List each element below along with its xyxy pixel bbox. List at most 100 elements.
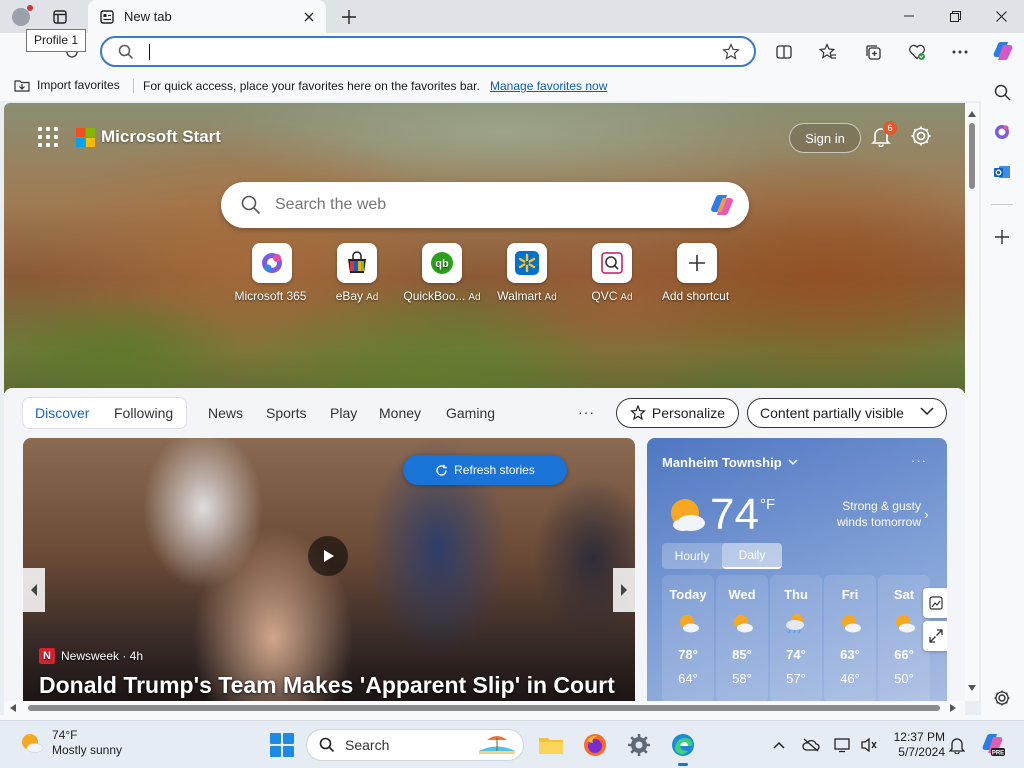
category-sports[interactable]: Sports — [266, 405, 306, 421]
copilot-icon[interactable] — [708, 192, 736, 218]
taskbar-weather-desc: Mostly sunny — [52, 743, 123, 757]
shortcut-quickbooks[interactable]: qb QuickBoo... Ad — [397, 243, 487, 303]
personalize-button[interactable]: Personalize — [616, 398, 739, 428]
page-settings-button[interactable] — [910, 125, 932, 150]
rain-icon — [786, 614, 804, 634]
scroll-down-arrow-icon[interactable] — [968, 685, 976, 691]
tab-following[interactable]: Following — [114, 405, 173, 421]
favorites-message: For quick access, place your favorites h… — [143, 79, 480, 93]
horizontal-scrollbar[interactable] — [4, 701, 965, 715]
collections-button[interactable] — [861, 40, 885, 64]
profile-button[interactable] — [8, 4, 34, 30]
show-hidden-icons-button[interactable] — [769, 735, 789, 755]
shortcut-ebay[interactable]: eBay Ad — [312, 243, 402, 303]
vertical-scroll-thumb[interactable] — [969, 123, 975, 189]
start-button[interactable] — [270, 733, 294, 757]
taskbar-clock[interactable]: 12:37 PM 5/7/2024 — [887, 730, 945, 760]
add-favorite-star-icon[interactable] — [722, 43, 740, 61]
category-news[interactable]: News — [208, 405, 243, 421]
forecast-day[interactable]: Wed 85° 58° — [716, 575, 768, 701]
toggle-hourly[interactable]: Hourly — [662, 543, 722, 569]
firefox-taskbar-button[interactable] — [581, 731, 609, 759]
news-card[interactable]: Refresh stories N Newsweek · 4h Donald T… — [23, 438, 635, 701]
sidebar-microsoft365-button[interactable] — [991, 121, 1013, 143]
horizontal-scroll-thumb[interactable] — [28, 705, 940, 711]
play-video-button[interactable] — [308, 536, 348, 576]
favorites-button[interactable] — [816, 40, 840, 64]
forecast-day[interactable]: Today 78° 64° — [662, 575, 714, 701]
web-search-box[interactable] — [221, 182, 749, 228]
forecast-day[interactable]: Fri 63° 46° — [824, 575, 876, 701]
taskbar-weather-widget[interactable]: 74°F Mostly sunny — [20, 728, 122, 758]
news-source[interactable]: N Newsweek · 4h — [39, 648, 143, 664]
file-explorer-taskbar-button[interactable] — [537, 731, 565, 759]
network-tray-icon[interactable] — [833, 735, 853, 755]
volume-tray-icon[interactable] — [859, 735, 879, 755]
restore-button[interactable] — [932, 0, 978, 32]
category-money[interactable]: Money — [379, 405, 421, 421]
refresh-stories-button[interactable]: Refresh stories — [403, 455, 567, 485]
shortcut-microsoft365[interactable]: Microsoft 365 — [227, 243, 317, 303]
forecast-day[interactable]: Thu 74° 57° — [770, 575, 822, 701]
shortcut-qvc[interactable]: QVC Ad — [567, 243, 657, 303]
sidebar-settings-button[interactable] — [991, 687, 1013, 709]
sidebar-add-button[interactable] — [991, 226, 1013, 248]
chevron-right-icon[interactable]: › — [924, 506, 929, 522]
app-launcher-button[interactable] — [38, 127, 58, 147]
news-headline[interactable]: Donald Trump's Team Makes 'Apparent Slip… — [39, 672, 615, 699]
copilot-taskbar-button[interactable]: PRE — [980, 731, 1006, 757]
web-search-input[interactable] — [275, 193, 695, 217]
shortcut-label: Microsoft 365 — [234, 289, 307, 303]
carousel-next-button[interactable] — [613, 568, 635, 612]
tab-close-button[interactable] — [296, 4, 322, 30]
settings-more-button[interactable] — [948, 40, 972, 64]
vertical-scrollbar[interactable] — [965, 103, 979, 701]
scroll-right-arrow-icon[interactable] — [950, 704, 956, 712]
tab-discover[interactable]: Discover — [35, 405, 89, 421]
play-icon — [324, 550, 334, 562]
partly-sunny-icon — [680, 615, 699, 633]
expand-icon — [929, 629, 943, 643]
microsoft-start-logo[interactable]: Microsoft Start — [76, 127, 221, 147]
weather-alert[interactable]: Strong & gusty winds tomorrow — [811, 498, 921, 530]
sidebar-outlook-button[interactable] — [991, 161, 1013, 183]
shortcut-walmart[interactable]: Walmart Ad — [482, 243, 572, 303]
import-favorites-button[interactable]: Import favorites — [14, 78, 120, 92]
settings-taskbar-button[interactable] — [625, 731, 653, 759]
weather-more-button[interactable]: ··· — [911, 453, 927, 468]
expand-button[interactable] — [923, 621, 947, 651]
category-play[interactable]: Play — [330, 405, 357, 421]
weather-card[interactable]: Manheim Township ··· 74 °F Strong & gust… — [647, 438, 947, 701]
carousel-prev-button[interactable] — [23, 568, 45, 612]
content-visibility-dropdown[interactable]: Content partially visible — [747, 398, 947, 428]
address-bar[interactable] — [100, 36, 756, 67]
tab-actions-button[interactable] — [49, 6, 71, 28]
toggle-daily[interactable]: Daily — [722, 543, 782, 569]
scroll-up-arrow-icon[interactable] — [968, 111, 976, 117]
notification-center-button[interactable] — [947, 735, 967, 755]
copilot-button[interactable] — [990, 38, 1016, 64]
notifications-button[interactable]: 6 — [870, 121, 897, 149]
onedrive-tray-icon[interactable] — [801, 735, 821, 755]
scroll-left-arrow-icon[interactable] — [10, 704, 16, 712]
sign-in-button[interactable]: Sign in — [789, 123, 861, 153]
category-gaming[interactable]: Gaming — [446, 405, 495, 421]
manage-favorites-link[interactable]: Manage favorites now — [490, 79, 607, 93]
edge-taskbar-button[interactable] — [669, 731, 697, 766]
new-tab-button[interactable] — [336, 4, 362, 30]
more-categories-button[interactable]: ··· — [578, 404, 595, 420]
shortcut-add[interactable]: Add shortcut — [652, 243, 742, 303]
shortcut-label: QuickBoo... — [403, 289, 466, 303]
favorites-divider — [133, 79, 134, 93]
search-icon — [994, 84, 1011, 101]
sidebar-search-button[interactable] — [991, 81, 1013, 103]
tab-new-tab[interactable]: New tab — [88, 0, 326, 33]
split-screen-button[interactable] — [772, 40, 796, 64]
minimize-button[interactable] — [886, 0, 932, 32]
close-window-button[interactable] — [978, 0, 1024, 32]
browser-essentials-button[interactable] — [905, 40, 929, 64]
weather-location[interactable]: Manheim Township — [662, 455, 798, 470]
feedback-button[interactable] — [923, 588, 947, 618]
address-input[interactable] — [152, 41, 712, 63]
taskbar-search-box[interactable]: Search — [306, 729, 524, 761]
